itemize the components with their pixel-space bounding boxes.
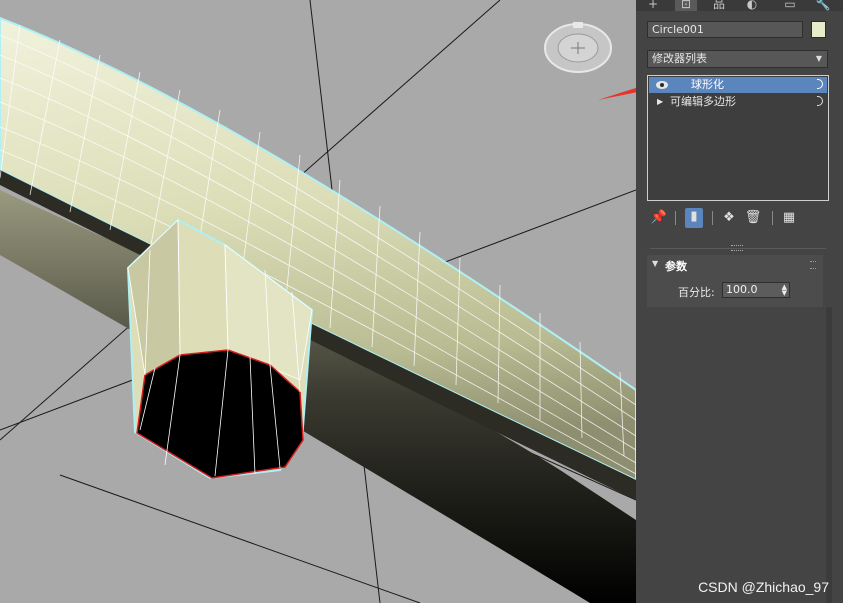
modifier-list-dropdown[interactable]: 修改器列表 ▼	[647, 50, 828, 68]
toolbar-divider	[712, 211, 713, 225]
half-moon-icon	[817, 79, 823, 89]
toolbar-divider	[772, 211, 773, 225]
watermark: CSDN @Zhichao_97	[698, 579, 829, 595]
viewport-perspective[interactable]	[0, 0, 636, 603]
modifier-stack: 球形化 ▶ 可编辑多边形	[647, 75, 829, 201]
toolbar-divider	[675, 211, 676, 225]
remove-modifier-icon[interactable]: 🗑	[744, 209, 762, 227]
tab-hierarchy[interactable]: 品	[708, 0, 730, 11]
panel-scrollbar[interactable]	[826, 307, 832, 603]
viewport-scene	[0, 0, 636, 603]
parameters-rollout: ▼ 参数 百分比: 100.0 ▲ ▼	[647, 255, 823, 307]
percent-spinner[interactable]: 100.0 ▲ ▼	[722, 282, 790, 298]
viewcube[interactable]	[543, 20, 613, 80]
collapse-triangle-icon[interactable]: ▼	[652, 259, 658, 268]
stack-item-label: 可编辑多边形	[670, 95, 736, 108]
stack-toolbar: 📌 ▮ ❖ 🗑 ▦	[648, 207, 828, 229]
rollout-grip-icon	[810, 261, 816, 269]
chevron-down-icon: ▼	[815, 54, 822, 63]
expand-triangle-icon[interactable]: ▶	[657, 94, 663, 110]
pin-icon[interactable]: 📌	[650, 209, 668, 227]
eye-icon[interactable]	[656, 81, 668, 89]
tab-display[interactable]: ▭	[779, 0, 801, 11]
modifier-list-label: 修改器列表	[652, 52, 707, 65]
command-panel-tabs: + ⊡ 品 ◐ ▭ 🔧	[636, 0, 843, 11]
rollout-title[interactable]: 参数	[665, 258, 687, 274]
percent-label: 百分比:	[678, 286, 715, 299]
stack-item-editable-poly[interactable]: ▶ 可编辑多边形	[649, 94, 827, 110]
annotation-arrow	[598, 87, 636, 100]
spinner-arrows-icon[interactable]: ▲ ▼	[782, 284, 787, 297]
object-color-swatch[interactable]	[811, 21, 826, 38]
make-unique-icon[interactable]: ❖	[720, 209, 738, 227]
half-moon-icon	[817, 96, 823, 106]
tab-modify[interactable]: ⊡	[675, 0, 697, 11]
resize-grip-icon[interactable]	[731, 245, 743, 251]
tab-create[interactable]: +	[642, 0, 664, 11]
configure-sets-icon[interactable]: ▦	[780, 209, 798, 227]
stack-item-spherify[interactable]: 球形化	[649, 77, 827, 93]
tab-motion[interactable]: ◐	[741, 0, 763, 11]
show-end-result-icon[interactable]: ▮	[685, 208, 703, 228]
object-name-field[interactable]: Circle001	[647, 21, 803, 38]
percent-value: 100.0	[726, 283, 758, 296]
tab-utilities[interactable]: 🔧	[812, 0, 834, 11]
command-panel: + ⊡ 品 ◐ ▭ 🔧 Circle001 修改器列表 ▼ 球形化 ▶ 可编辑多…	[636, 0, 843, 603]
stack-item-label: 球形化	[691, 78, 724, 91]
